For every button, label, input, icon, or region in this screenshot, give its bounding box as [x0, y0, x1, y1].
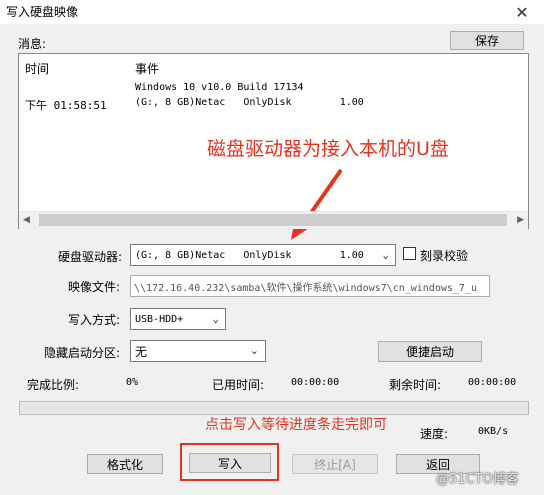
close-button[interactable]: ✕ — [500, 0, 544, 24]
drive-select-value: (G:, 8 GB)Netac OnlyDisk 1.00 — [135, 249, 364, 261]
title-bar: 写入硬盘映像 ✕ — [0, 0, 544, 24]
log-row-time: 下午 01:58:51 — [25, 99, 107, 112]
close-icon: ✕ — [515, 2, 529, 22]
hidden-partition-label: 隐藏启动分区: — [44, 346, 121, 360]
ratio-label: 完成比例: — [27, 378, 80, 392]
write-mode-select[interactable]: USB-HDD+ ⌄ — [130, 308, 226, 330]
write-mode-label: 写入方式: — [68, 313, 121, 327]
remaining-value: 00:00:00 — [468, 377, 517, 388]
stop-button[interactable]: 终止[A] — [292, 454, 378, 474]
image-file-label: 映像文件: — [68, 280, 121, 294]
save-button-label: 保存 — [474, 34, 499, 48]
scroll-right-icon[interactable]: ▶ — [517, 215, 524, 225]
write-mode-value: USB-HDD+ — [135, 313, 184, 325]
format-button-label: 格式化 — [106, 457, 143, 472]
image-file-value: \\172.16.40.232\samba\软件\操作系统\windows7\c… — [134, 282, 477, 294]
chevron-down-icon: ⌄ — [249, 344, 259, 357]
elapsed-value: 00:00:00 — [291, 377, 340, 388]
drive-select[interactable]: (G:, 8 GB)Netac OnlyDisk 1.00 ⌄ — [130, 244, 396, 266]
write-button[interactable]: 写入 — [189, 453, 271, 473]
drive-label: 硬盘驱动器: — [58, 250, 123, 264]
remaining-label: 剩余时间: — [389, 378, 442, 392]
log-row-event: (G:, 8 GB)Netac OnlyDisk 1.00 — [135, 97, 364, 108]
elapsed-label: 已用时间: — [212, 378, 265, 392]
quick-boot-label: 便捷启动 — [405, 345, 454, 359]
write-annotation: 点击写入等待进度条走完即可 — [205, 417, 387, 433]
image-file-field[interactable]: \\172.16.40.232\samba\软件\操作系统\windows7\c… — [130, 275, 490, 297]
verify-checkbox[interactable] — [403, 247, 416, 260]
log-row-event: Windows 10 v10.0 Build 17134 — [135, 82, 304, 93]
save-button[interactable]: 保存 — [450, 31, 524, 50]
scroll-left-icon[interactable]: ◀ — [23, 215, 30, 225]
speed-value: 0KB/s — [478, 426, 509, 437]
column-header-time: 时间 — [25, 62, 50, 76]
verify-label: 刻录校验 — [420, 249, 469, 263]
message-log[interactable]: 时间 事件 Windows 10 v10.0 Build 17134 下午 01… — [18, 53, 529, 240]
column-header-event: 事件 — [135, 62, 160, 76]
speed-label: 速度: — [420, 427, 449, 441]
write-button-label: 写入 — [217, 456, 242, 471]
ratio-value: 0% — [126, 377, 139, 388]
drive-annotation: 磁盘驱动器为接入本机的U盘 — [207, 138, 449, 160]
progress-bar — [19, 401, 529, 415]
format-button[interactable]: 格式化 — [87, 454, 163, 474]
log-horizontal-scrollbar[interactable]: ◀ ▶ — [19, 211, 528, 229]
hidden-partition-select[interactable]: 无 ⌄ — [130, 340, 266, 362]
messages-label: 消息: — [18, 37, 47, 51]
watermark: @51CTO博客 — [436, 472, 519, 487]
stop-button-label: 终止[A] — [314, 457, 356, 472]
chevron-down-icon: ⌄ — [382, 248, 389, 261]
window-title: 写入硬盘映像 — [6, 5, 79, 19]
quick-boot-button[interactable]: 便捷启动 — [378, 341, 482, 362]
chevron-down-icon: ⌄ — [212, 312, 219, 325]
hidden-partition-value: 无 — [135, 344, 148, 359]
scrollbar-thumb[interactable] — [39, 214, 507, 226]
annotation-arrow-icon — [291, 168, 343, 240]
